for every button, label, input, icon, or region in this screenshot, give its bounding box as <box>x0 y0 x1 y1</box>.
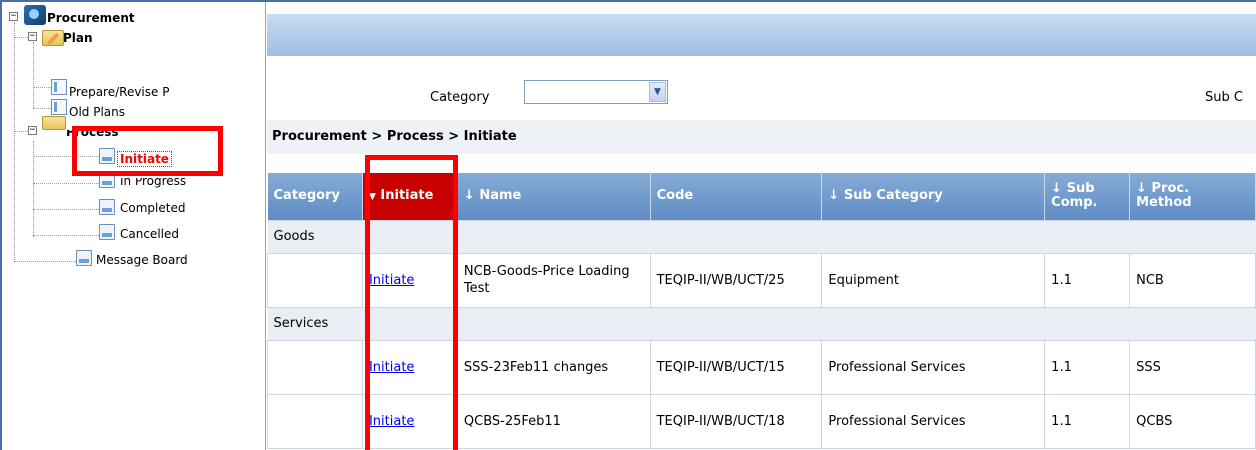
column-header-proc-method[interactable]: ↓ Proc. Method <box>1129 173 1256 220</box>
annotation-highlight-tree <box>72 126 223 176</box>
cell-sub-comp: 1.1 <box>1044 393 1131 449</box>
tree-item-completed[interactable]: Completed <box>120 201 185 215</box>
cell-category <box>267 252 363 308</box>
category-label: Category <box>430 90 490 105</box>
cell-name: SSS-23Feb11 changes <box>456 339 651 395</box>
cell-proc-method: NCB <box>1129 252 1256 308</box>
tree-connector <box>33 235 99 236</box>
tree-connector <box>14 37 28 38</box>
cell-sub-category: Equipment <box>821 252 1046 308</box>
cell-sub-comp: 1.1 <box>1044 339 1131 395</box>
document-icon <box>99 224 115 240</box>
process-folder-icon <box>42 116 66 130</box>
tree-connector <box>14 22 15 262</box>
tree-connector <box>33 209 99 210</box>
cell-code: TEQIP-II/WB/UCT/15 <box>649 339 823 395</box>
header-bar <box>267 14 1256 56</box>
cell-name: NCB-Goods-Price Loading Test <box>456 252 651 308</box>
tree-item-in-progress[interactable]: In Progress <box>120 178 186 188</box>
procurement-icon <box>24 5 46 25</box>
breadcrumb: Procurement > Process > Initiate <box>267 120 1256 154</box>
cell-sub-comp: 1.1 <box>1044 252 1131 308</box>
sort-arrow-icon: ↓ <box>1136 181 1147 197</box>
document-icon <box>76 250 92 266</box>
tree-item-message-board[interactable]: Message Board <box>96 253 188 267</box>
tree-connector <box>33 42 34 108</box>
sort-arrow-icon: ↓ <box>1051 181 1063 197</box>
navigation-tree: − Procurement − Plan Prepare/Revise P Ol… <box>2 2 266 450</box>
tree-item-old-plans[interactable]: Old Plans <box>69 105 125 119</box>
collapse-toggle-plan[interactable]: − <box>28 32 37 41</box>
annotation-highlight-column <box>365 155 458 450</box>
cell-proc-method: QCBS <box>1129 393 1256 449</box>
tree-item-cancelled[interactable]: Cancelled <box>120 227 179 241</box>
chevron-down-icon[interactable]: ▼ <box>649 82 666 102</box>
document-icon <box>99 199 115 215</box>
sub-category-label: Sub C <box>1205 90 1243 105</box>
column-header-category[interactable]: Category <box>267 173 363 220</box>
cell-category <box>267 393 363 449</box>
tree-connector <box>14 131 28 132</box>
tree-connector <box>14 261 80 262</box>
cell-code: TEQIP-II/WB/UCT/18 <box>649 393 823 449</box>
cell-proc-method: SSS <box>1129 339 1256 395</box>
cell-code: TEQIP-II/WB/UCT/25 <box>649 252 823 308</box>
column-header-sub-category[interactable]: ↓ Sub Category <box>821 173 1046 220</box>
cell-sub-category: Professional Services <box>821 339 1046 395</box>
column-header-sub-comp[interactable]: ↓ Sub Comp. <box>1044 173 1131 220</box>
sort-arrow-icon: ↓ <box>828 188 840 204</box>
tree-item-plan[interactable]: Plan <box>63 31 93 45</box>
cell-name: QCBS-25Feb11 <box>456 393 651 449</box>
tree-item-prepare-revise[interactable]: Prepare/Revise P <box>69 85 169 99</box>
tree-root-procurement[interactable]: Procurement <box>47 11 135 25</box>
column-header-code[interactable]: Code <box>650 173 823 220</box>
tree-connector <box>33 183 99 184</box>
sort-arrow-icon: ↓ <box>463 188 475 204</box>
category-select[interactable]: ▼ <box>524 80 668 104</box>
document-icon <box>51 79 67 95</box>
column-header-name[interactable]: ↓ Name <box>457 173 651 220</box>
collapse-toggle-process[interactable]: − <box>28 126 37 135</box>
collapse-toggle-procurement[interactable]: − <box>9 12 18 21</box>
cell-category <box>267 339 363 395</box>
document-icon <box>51 99 67 115</box>
cell-sub-category: Professional Services <box>821 393 1046 449</box>
